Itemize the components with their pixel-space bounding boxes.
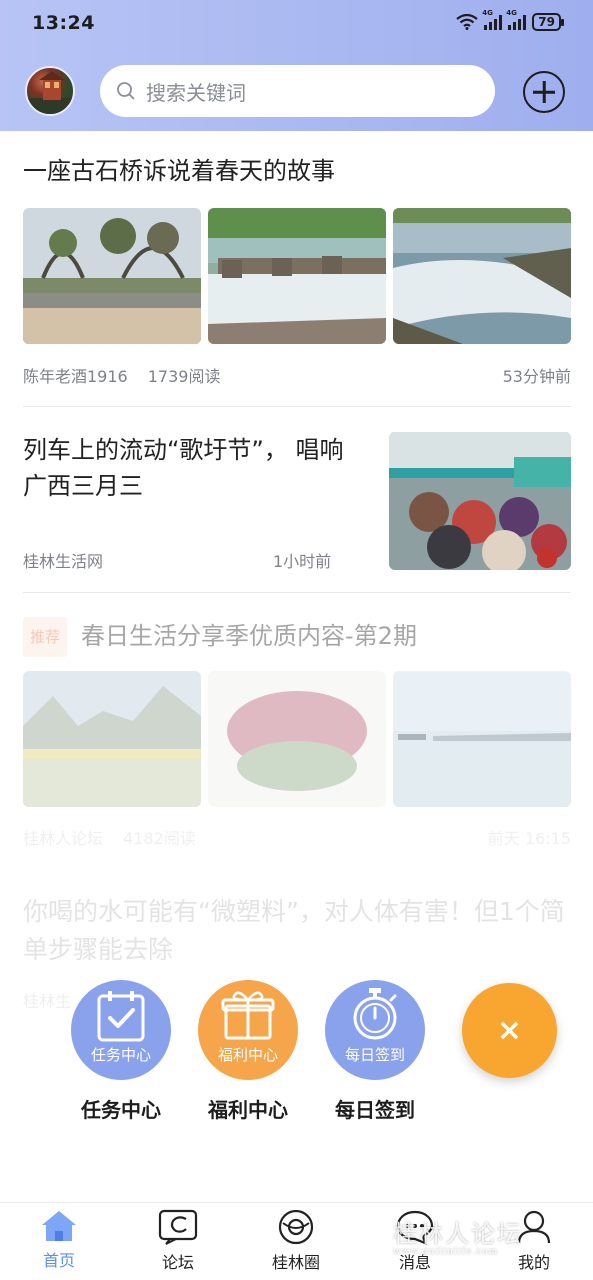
fab-inner-label: 福利中心 <box>217 1046 278 1064</box>
daily-checkin-button[interactable]: 每日签到 <box>325 980 425 1080</box>
article-time: 前天 16:15 <box>487 829 571 848</box>
article-author[interactable]: 桂林人论坛 <box>23 825 103 849</box>
article-meta: 陈年老酒1916 1739阅读 <box>23 363 220 387</box>
article-title-text: 春日生活分享季优质内容-第2期 <box>81 622 417 650</box>
tab-guilin-circle[interactable]: 桂林圈 <box>256 1209 336 1273</box>
thumbnail-image <box>23 671 201 807</box>
signal-label: 4G <box>506 9 517 17</box>
user-avatar[interactable] <box>25 66 75 116</box>
search-placeholder: 搜索关键词 <box>146 80 246 105</box>
status-icons: 4G 4G 79 <box>456 9 564 31</box>
article-title: 你喝的水可能有“微塑料”，对人体有害！但1个简单步骤能去除 <box>23 897 565 964</box>
article-card[interactable]: 推荐 春日生活分享季优质内容-第2期 <box>23 617 571 807</box>
article-time: 53分钟前 <box>502 367 571 386</box>
signal-label: 4G <box>482 9 493 17</box>
fab-welfare-center[interactable]: 福利中心 福利中心 <box>198 980 298 1123</box>
status-bar: 13:24 4G 4G 79 <box>0 0 593 48</box>
close-fab-button[interactable]: × <box>462 983 557 1078</box>
close-icon: × <box>496 1013 523 1048</box>
fab-daily-checkin[interactable]: 每日签到 每日签到 <box>325 980 425 1123</box>
stopwatch-icon <box>353 988 397 1040</box>
add-button[interactable] <box>523 71 565 113</box>
thumbnail-image <box>393 208 571 344</box>
watermark: 桂林人论坛 www.guilinlife.com <box>393 1214 523 1257</box>
fab-task-center[interactable]: 任务中心 任务中心 <box>71 980 171 1123</box>
thumbnail-image <box>208 671 386 807</box>
article-meta: 桂林人论坛 4182阅读 <box>23 825 196 849</box>
welfare-center-button[interactable]: 福利中心 <box>198 980 298 1080</box>
forum-icon <box>158 1209 198 1245</box>
tab-label: 首页 <box>42 1251 75 1270</box>
article-reads: 4182阅读 <box>123 829 196 848</box>
status-time: 13:24 <box>32 12 95 34</box>
article-title: 一座古石桥诉说着春天的故事 <box>23 157 335 185</box>
thumbnail-image <box>389 432 571 570</box>
fab-label: 每日签到 <box>335 1098 415 1122</box>
article-card[interactable]: 一座古石桥诉说着春天的故事 陈年老酒1916 1739阅读 53分钟前 <box>23 153 571 386</box>
tab-forum[interactable]: 论坛 <box>138 1209 218 1273</box>
article-thumbnails <box>23 208 571 344</box>
article-card[interactable]: 你喝的水可能有“微塑料”，对人体有害！但1个简单步骤能去除 桂林生 <box>23 893 571 1011</box>
article-thumbnails <box>23 671 571 807</box>
search-bar[interactable]: 搜索关键词 <box>100 65 495 117</box>
article-meta: 桂林生活网 <box>23 548 103 572</box>
avatar-image <box>27 71 73 114</box>
task-center-button[interactable]: 任务中心 <box>71 980 171 1080</box>
fab-label: 福利中心 <box>208 1098 288 1122</box>
article-author[interactable]: 陈年老酒1916 <box>23 363 128 387</box>
fab-inner-label: 每日签到 <box>344 1046 405 1064</box>
signal-icon: 4G <box>506 9 527 30</box>
watermark-text: 桂林人论坛 <box>393 1220 523 1248</box>
article-author[interactable]: 桂林生活网 <box>23 548 103 572</box>
fab-inner-label: 任务中心 <box>90 1046 151 1064</box>
divider <box>23 592 571 593</box>
article-reads: 1739阅读 <box>147 367 221 386</box>
article-card[interactable]: 列车上的流动“歌圩节”， 唱响广西三月三 桂林生活网 1小时前 <box>23 432 571 572</box>
article-author[interactable]: 桂林生 <box>23 988 71 1012</box>
watermark-url: www.guilinlife.com <box>393 1247 499 1257</box>
fab-label: 任务中心 <box>81 1098 161 1122</box>
article-meta: 桂林生 <box>23 988 71 1012</box>
clipboard-check-icon <box>97 991 145 1042</box>
thumbnail-image <box>23 208 201 344</box>
tab-label: 桂林圈 <box>271 1253 320 1272</box>
home-icon <box>42 1211 76 1241</box>
gift-icon <box>221 991 275 1040</box>
recommend-tag: 推荐 <box>23 617 68 657</box>
battery-icon: 79 <box>532 13 564 31</box>
tab-label: 论坛 <box>161 1253 194 1272</box>
circle-icon <box>278 1209 314 1245</box>
tab-home[interactable]: 首页 <box>19 1209 99 1271</box>
article-time: 1小时前 <box>273 552 332 571</box>
divider <box>23 406 571 407</box>
article-title: 列车上的流动“歌圩节”， 唱响广西三月三 <box>23 436 344 500</box>
search-icon <box>117 82 135 100</box>
top-header: 13:24 4G 4G 79 搜索关键词 <box>0 0 593 131</box>
thumbnail-image <box>208 208 386 344</box>
signal-icon: 4G <box>482 9 503 30</box>
article-title: 推荐 春日生活分享季优质内容-第2期 <box>23 617 571 657</box>
wifi-icon <box>456 14 478 30</box>
thumbnail-image <box>393 671 571 807</box>
